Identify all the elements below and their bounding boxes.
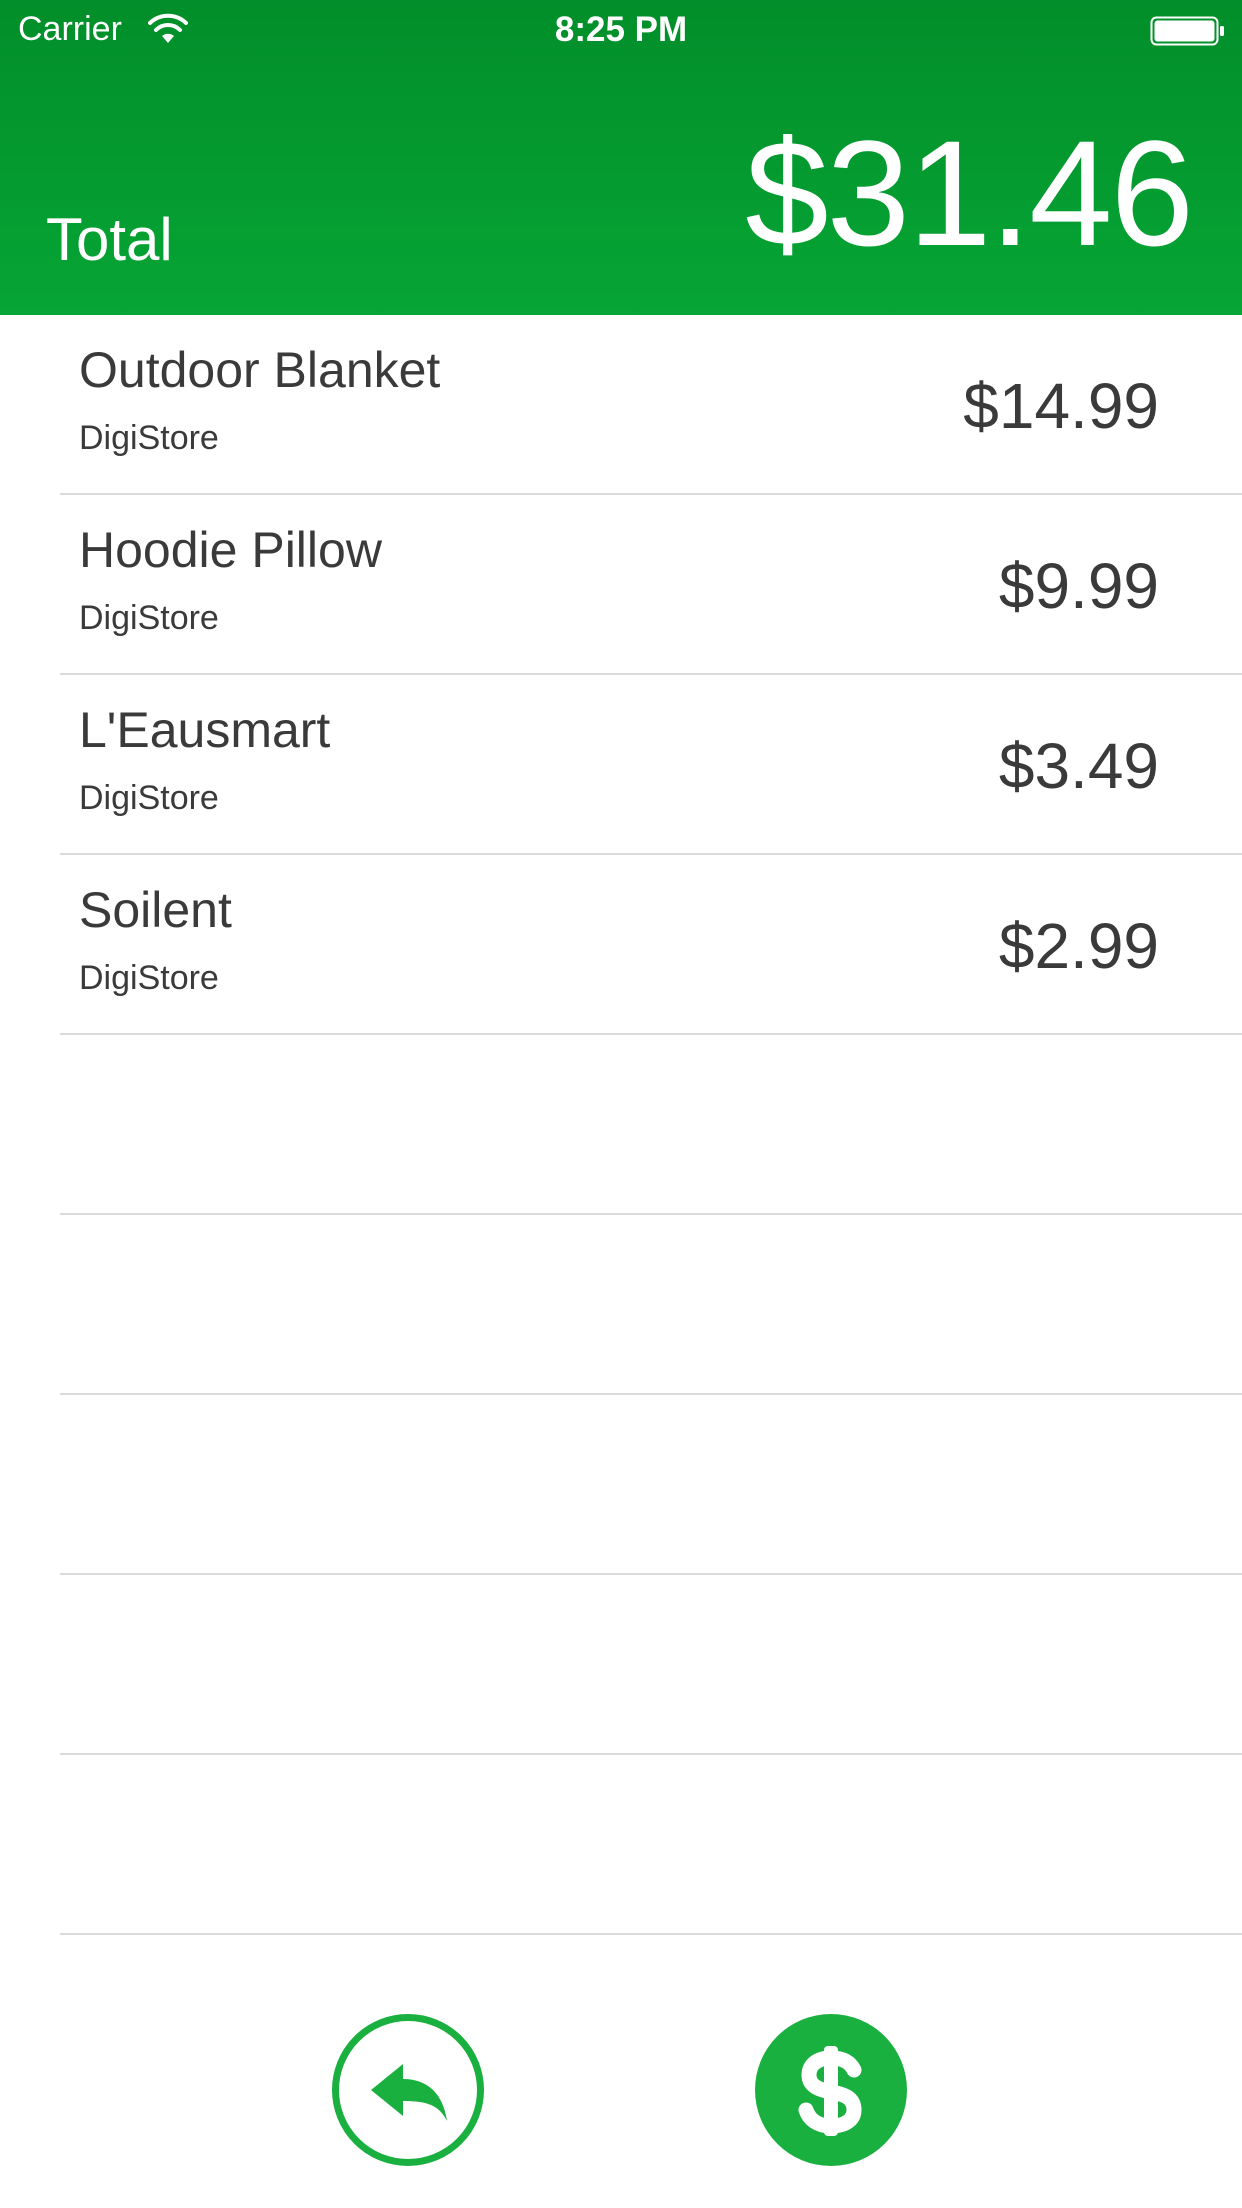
reply-arrow-icon xyxy=(371,2064,447,2121)
item-name: L'Eausmart xyxy=(79,702,331,758)
list-item[interactable]: Outdoor Blanket DigiStore $14.99 xyxy=(60,315,1242,495)
empty-row xyxy=(60,1395,1242,1575)
back-button[interactable] xyxy=(332,2014,484,2166)
cart-item-list: Outdoor Blanket DigiStore $14.99 Hoodie … xyxy=(0,315,1242,1935)
empty-row xyxy=(60,1575,1242,1755)
item-price: $9.99 xyxy=(998,550,1159,622)
total-label: Total xyxy=(46,206,173,273)
status-time: 8:25 PM xyxy=(554,10,688,49)
header: Carrier 8:25 PM Total $31.46 xyxy=(0,0,1242,315)
list-item[interactable]: Hoodie Pillow DigiStore $9.99 xyxy=(60,495,1242,675)
action-bar xyxy=(0,2014,1242,2170)
item-store: DigiStore xyxy=(79,419,219,457)
total-amount: $31.46 xyxy=(745,109,1194,277)
battery-icon xyxy=(1150,16,1224,46)
item-store: DigiStore xyxy=(79,779,219,817)
list-item[interactable]: L'Eausmart DigiStore $3.49 xyxy=(60,675,1242,855)
item-name: Soilent xyxy=(79,882,232,938)
dollar-icon xyxy=(798,2046,862,2136)
item-price: $3.49 xyxy=(998,730,1159,802)
empty-row xyxy=(60,1215,1242,1395)
item-price: $2.99 xyxy=(998,910,1159,982)
item-store: DigiStore xyxy=(79,959,219,997)
pay-button[interactable] xyxy=(755,2014,907,2166)
item-store: DigiStore xyxy=(79,599,219,637)
list-item[interactable]: Soilent DigiStore $2.99 xyxy=(60,855,1242,1035)
empty-row xyxy=(60,1755,1242,1935)
empty-row xyxy=(60,1035,1242,1215)
item-name: Outdoor Blanket xyxy=(79,342,441,398)
status-bar: Carrier 8:25 PM xyxy=(0,0,1242,60)
item-price: $14.99 xyxy=(963,370,1159,442)
item-name: Hoodie Pillow xyxy=(79,522,382,578)
